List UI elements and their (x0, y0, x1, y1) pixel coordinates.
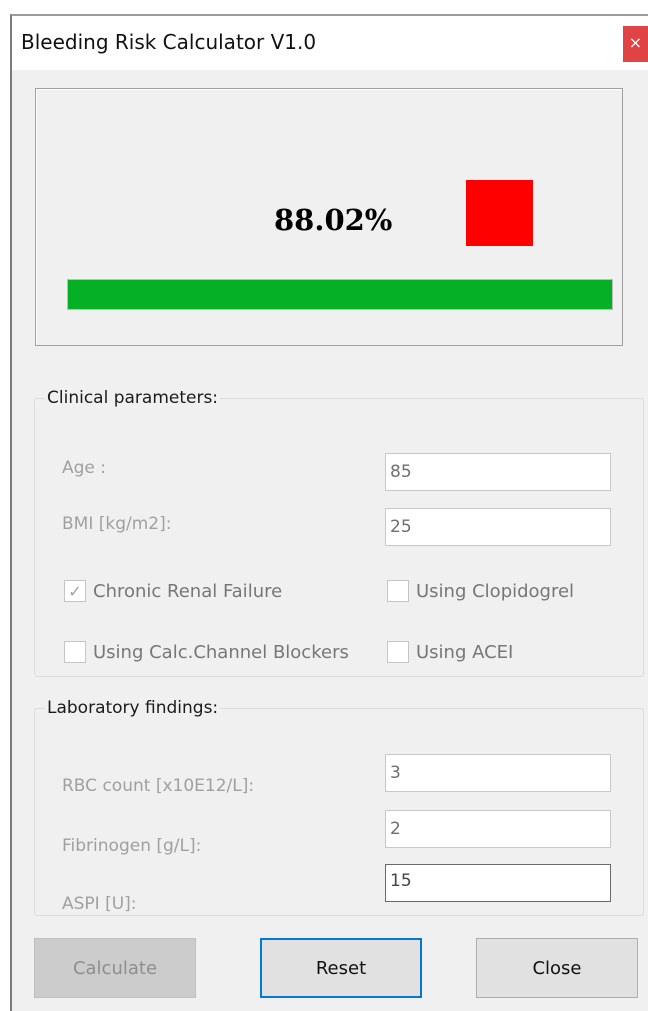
checkbox-label: Using Calc.Channel Blockers (93, 641, 349, 663)
checkbox-box[interactable] (387, 580, 409, 602)
window-close-icon[interactable]: × (623, 26, 648, 62)
checkbox-label: Using ACEI (416, 641, 514, 663)
clinical-parameters-legend: Clinical parameters: (47, 388, 219, 408)
age-input[interactable]: 85 (385, 453, 611, 491)
bmi-input[interactable]: 25 (385, 508, 611, 546)
risk-percentage: 88.02% (274, 203, 393, 237)
checkbox-label: Using Clopidogrel (416, 580, 575, 602)
risk-progress-fill (68, 280, 612, 309)
app-window: Bleeding Risk Calculator V1.0 × 88.02% C… (10, 14, 648, 1011)
title-bar: Bleeding Risk Calculator V1.0 × (12, 16, 648, 70)
close-button[interactable]: Close (476, 938, 638, 998)
result-panel: 88.02% (35, 88, 623, 346)
checkmark-icon[interactable]: ✓ (64, 580, 86, 602)
rbc-input[interactable]: 3 (385, 754, 611, 792)
checkbox-using-clopidogrel[interactable]: Using Clopidogrel (387, 580, 574, 602)
bmi-label: BMI [kg/m2]: (62, 514, 172, 534)
age-label: Age : (62, 458, 107, 478)
fibrinogen-label: Fibrinogen [g/L]: (62, 836, 202, 856)
checkbox-chronic-renal-failure[interactable]: ✓ Chronic Renal Failure (64, 580, 282, 602)
rbc-label: RBC count [x10E12/L]: (62, 776, 255, 796)
checkbox-using-acei[interactable]: Using ACEI (387, 641, 513, 663)
laboratory-findings-group: Laboratory findings: RBC count [x10E12/L… (34, 698, 644, 916)
checkbox-label: Chronic Renal Failure (93, 580, 283, 602)
checkbox-box[interactable] (387, 641, 409, 663)
checkbox-using-calc-channel-blockers[interactable]: Using Calc.Channel Blockers (64, 641, 349, 663)
risk-indicator (466, 180, 533, 246)
risk-progress-bar (67, 279, 613, 310)
checkbox-box[interactable] (64, 641, 86, 663)
clinical-parameters-group: Clinical parameters: Age : 85 BMI [kg/m2… (34, 388, 644, 677)
fibrinogen-input[interactable]: 2 (385, 810, 611, 848)
aspi-label: ASPI [U]: (62, 894, 137, 914)
laboratory-findings-legend: Laboratory findings: (47, 698, 219, 718)
calculate-button[interactable]: Calculate (34, 938, 196, 998)
reset-button[interactable]: Reset (260, 938, 422, 998)
aspi-input[interactable]: 15 (385, 864, 611, 902)
window-title: Bleeding Risk Calculator V1.0 (21, 30, 317, 54)
